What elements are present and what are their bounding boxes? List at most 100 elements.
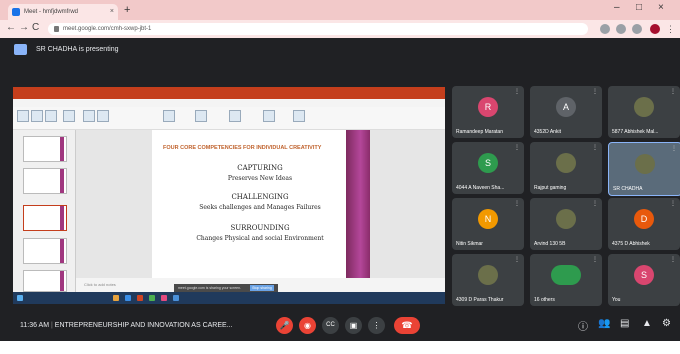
slide-thumbnail[interactable] bbox=[23, 238, 67, 264]
taskbar-app-icon[interactable] bbox=[125, 295, 131, 301]
browser-menu-icon[interactable]: ⋮ bbox=[666, 24, 676, 34]
avatar: R bbox=[478, 97, 498, 117]
people-icon[interactable]: 👥 bbox=[598, 318, 610, 329]
camera-off-icon: ◉ bbox=[304, 321, 311, 330]
participant-name: Ramandeep Maratan bbox=[456, 129, 503, 135]
forward-icon[interactable]: → bbox=[19, 22, 29, 33]
participant-tile[interactable]: ⋮ 16 others bbox=[530, 254, 602, 306]
meeting-info-icon[interactable]: ⓘ bbox=[578, 318, 588, 333]
avatar bbox=[478, 265, 498, 285]
taskbar-app-icon[interactable] bbox=[137, 295, 143, 301]
leave-call-button[interactable]: ☎ bbox=[394, 317, 420, 334]
participant-tile[interactable]: ⋮ Rajput gaming bbox=[530, 142, 602, 194]
participant-tile[interactable]: ⋮ 5877 Abhishek Mal... bbox=[608, 86, 680, 138]
meeting-time: 11:36 AM bbox=[20, 322, 50, 329]
participant-tile[interactable]: ⋮ S You bbox=[608, 254, 680, 306]
tile-options-icon[interactable]: ⋮ bbox=[592, 144, 598, 151]
ribbon-button bbox=[45, 110, 57, 122]
url-text: meet.google.com/cmh-sxwp-jbt-1 bbox=[63, 26, 152, 32]
more-options-button[interactable]: ⋮ bbox=[368, 317, 385, 334]
avatar bbox=[556, 209, 576, 229]
meeting-details: 11:36 AM | ENTREPRENEURSHIP AND INNOVATI… bbox=[20, 322, 233, 329]
browser-tab[interactable]: Meet - hmfjdwmfrwd × bbox=[8, 4, 118, 20]
slide-thumbnail-selected[interactable] bbox=[23, 205, 67, 231]
avatar bbox=[551, 265, 581, 285]
participant-tile[interactable]: ⋮ S 4044 A Naveen Sha... bbox=[452, 142, 524, 194]
slide-item-heading: SURROUNDING bbox=[230, 224, 290, 232]
tile-options-icon[interactable]: ⋮ bbox=[514, 144, 520, 151]
avatar bbox=[556, 153, 576, 173]
powerpoint-titlebar bbox=[13, 87, 445, 99]
tile-options-icon[interactable]: ⋮ bbox=[592, 88, 598, 95]
ribbon-button bbox=[97, 110, 109, 122]
taskbar-app-icon[interactable] bbox=[161, 295, 167, 301]
minimize-icon[interactable]: – bbox=[614, 2, 620, 13]
avatar: N bbox=[478, 209, 498, 229]
slide-item-heading: CAPTURING bbox=[237, 164, 283, 172]
taskbar-app-icon[interactable] bbox=[173, 295, 179, 301]
avatar: S bbox=[478, 153, 498, 173]
extension-icon[interactable] bbox=[600, 24, 610, 34]
participant-name: SR CHADHA bbox=[613, 186, 643, 192]
avatar: S bbox=[634, 265, 654, 285]
ribbon-button bbox=[163, 110, 175, 122]
participant-tile[interactable]: ⋮ 4309 D Paras Thakur bbox=[452, 254, 524, 306]
microphone-toggle[interactable]: 🎤 bbox=[276, 317, 293, 334]
ribbon-button bbox=[293, 110, 305, 122]
reload-icon[interactable]: C bbox=[32, 22, 39, 33]
tile-options-icon[interactable]: ⋮ bbox=[592, 200, 598, 207]
profile-avatar[interactable] bbox=[650, 24, 660, 34]
ribbon-button bbox=[263, 110, 275, 122]
present-icon: ▣ bbox=[349, 321, 358, 330]
screen-share-text: meet.google.com is sharing your screen. bbox=[178, 286, 242, 290]
participant-tile[interactable]: ⋮ A 4352D Ankit bbox=[530, 86, 602, 138]
host-controls-icon[interactable]: ⚙ bbox=[662, 318, 671, 329]
present-now-button[interactable]: ▣ bbox=[345, 317, 362, 334]
tile-options-icon[interactable]: ⋮ bbox=[514, 256, 520, 263]
tile-options-icon[interactable]: ⋮ bbox=[514, 88, 520, 95]
avatar bbox=[635, 154, 655, 174]
participant-tile[interactable]: ⋮ N Nitin Sikmar bbox=[452, 198, 524, 250]
taskbar-app-icon[interactable] bbox=[149, 295, 155, 301]
slide-thumbnail[interactable] bbox=[23, 270, 67, 292]
slide-thumbnails bbox=[13, 130, 76, 292]
new-tab-button[interactable]: + bbox=[124, 4, 130, 16]
screen-share-notice: meet.google.com is sharing your screen. … bbox=[174, 284, 278, 292]
close-tab-icon[interactable]: × bbox=[110, 4, 114, 20]
tile-options-icon[interactable]: ⋮ bbox=[671, 145, 677, 152]
more-options-icon: ⋮ bbox=[372, 321, 381, 330]
ribbon-button bbox=[195, 110, 207, 122]
maximize-icon[interactable]: □ bbox=[636, 2, 642, 13]
ribbon-button bbox=[31, 110, 43, 122]
close-window-icon[interactable]: × bbox=[658, 2, 664, 13]
tile-options-icon[interactable]: ⋮ bbox=[670, 200, 676, 207]
slide-title: FOUR CORE COMPETENCIES FOR INDIVIDUAL CR… bbox=[163, 145, 322, 151]
extensions-puzzle-icon[interactable] bbox=[632, 24, 642, 34]
back-icon[interactable]: ← bbox=[6, 22, 16, 33]
camera-toggle[interactable]: ◉ bbox=[299, 317, 316, 334]
slide-item-heading: CHALLENGING bbox=[231, 193, 289, 201]
ribbon-button bbox=[17, 110, 29, 122]
tile-options-icon[interactable]: ⋮ bbox=[514, 200, 520, 207]
captions-button[interactable]: CC bbox=[322, 317, 339, 334]
stop-sharing-button[interactable]: Stop sharing bbox=[250, 285, 274, 291]
participant-tile[interactable]: ⋮ D 4375 D Abhishek bbox=[608, 198, 680, 250]
taskbar-app-icon[interactable] bbox=[113, 295, 119, 301]
participant-name: 4352D Ankit bbox=[534, 129, 561, 135]
slide-thumbnail[interactable] bbox=[23, 168, 67, 194]
participant-name: Nitin Sikmar bbox=[456, 241, 483, 247]
slide-thumbnail[interactable] bbox=[23, 136, 67, 162]
windows-taskbar bbox=[13, 292, 445, 304]
chat-icon[interactable]: ▤ bbox=[620, 318, 629, 329]
participant-tile[interactable]: ⋮ R Ramandeep Maratan bbox=[452, 86, 524, 138]
url-input[interactable]: meet.google.com/cmh-sxwp-jbt-1 bbox=[48, 23, 588, 35]
tile-options-icon[interactable]: ⋮ bbox=[670, 88, 676, 95]
bookmark-icon[interactable] bbox=[616, 24, 626, 34]
participant-name: 16 others bbox=[534, 297, 555, 303]
tile-options-icon[interactable]: ⋮ bbox=[592, 256, 598, 263]
activities-icon[interactable]: ▲ bbox=[642, 318, 652, 329]
participant-tile[interactable]: ⋮ SR CHADHA bbox=[608, 142, 680, 196]
participant-tile[interactable]: ⋮ Arvind 130 5B bbox=[530, 198, 602, 250]
tile-options-icon[interactable]: ⋮ bbox=[670, 256, 676, 263]
windows-start-icon[interactable] bbox=[17, 295, 23, 301]
